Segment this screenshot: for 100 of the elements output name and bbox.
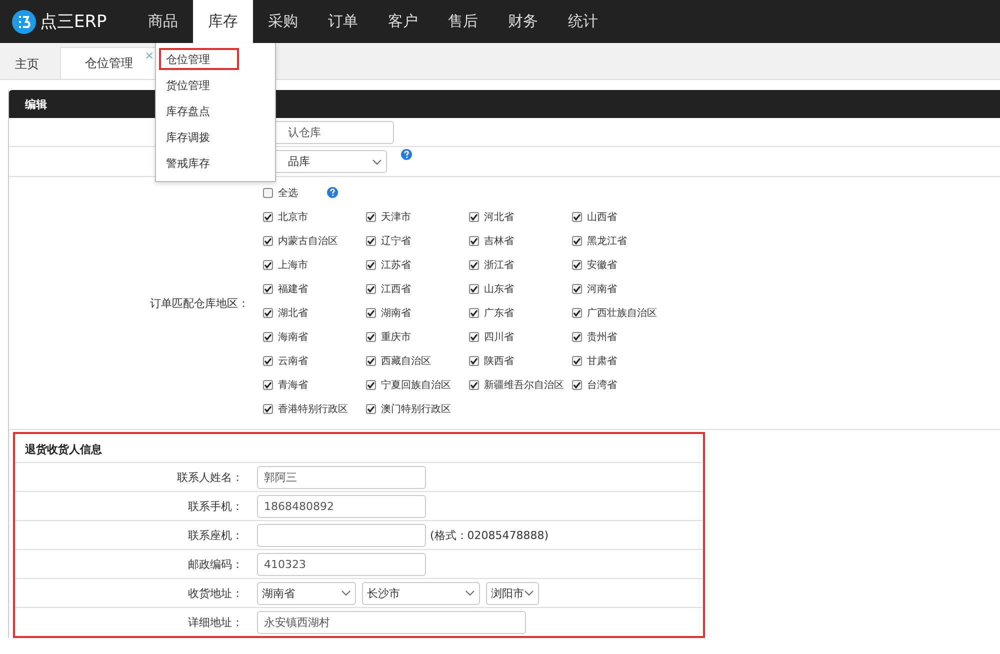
checkbox[interactable] <box>469 236 479 246</box>
input-field[interactable]: 410323 <box>257 552 426 576</box>
checkbox-label: 四川省 <box>484 330 514 344</box>
chevron-down-icon <box>372 158 382 164</box>
checkbox-label: 福建省 <box>278 282 308 296</box>
field-label: 联系人姓名： <box>176 470 244 484</box>
help-icon[interactable] <box>401 149 412 160</box>
checkbox[interactable] <box>572 308 582 318</box>
checkbox[interactable] <box>263 332 273 342</box>
checkbox[interactable] <box>469 356 479 366</box>
nav-item[interactable]: 售后 <box>433 0 493 43</box>
checkbox-label: 江苏省 <box>381 258 411 272</box>
checkbox[interactable] <box>572 212 582 222</box>
menu-item[interactable]: 货位管理 <box>159 74 239 96</box>
checkbox[interactable] <box>263 188 273 198</box>
menu-item[interactable]: 仓位管理 <box>159 48 239 70</box>
checkbox[interactable] <box>469 212 479 222</box>
checkbox[interactable] <box>572 236 582 246</box>
checkbox[interactable] <box>263 284 273 294</box>
checkbox-label: 湖南省 <box>381 306 411 320</box>
nav-item[interactable]: 统计 <box>553 0 613 43</box>
menu-item[interactable]: 库存调拨 <box>159 126 239 148</box>
checkbox-label: 澳门特别行政区 <box>381 402 451 416</box>
checkbox[interactable] <box>366 380 376 390</box>
checkbox[interactable] <box>263 380 273 390</box>
checkbox[interactable] <box>366 404 376 414</box>
chevron-down-icon <box>465 590 475 596</box>
checkbox-label: 香港特别行政区 <box>278 402 348 416</box>
checkbox[interactable] <box>572 284 582 294</box>
tab-label: 主页 <box>15 56 39 73</box>
checkbox[interactable] <box>263 212 273 222</box>
checkbox-label: 重庆市 <box>381 330 411 344</box>
checkbox[interactable] <box>572 356 582 366</box>
checkbox-label: 辽宁省 <box>381 234 411 248</box>
checkbox-label: 全选 <box>263 185 319 201</box>
chevron-down-icon <box>341 590 351 596</box>
nav-item[interactable]: 库存 <box>193 0 253 43</box>
nav-item[interactable]: 订单 <box>313 0 373 43</box>
select-field[interactable]: 浏阳市 <box>486 582 539 604</box>
checkbox[interactable] <box>572 332 582 342</box>
nav-item[interactable]: 商品 <box>133 0 193 43</box>
checkbox[interactable] <box>366 260 376 270</box>
checkbox[interactable] <box>469 260 479 270</box>
nav-item[interactable]: 财务 <box>493 0 553 43</box>
checkbox[interactable] <box>263 356 273 366</box>
format-hint: (格式：02085478888) <box>430 528 549 542</box>
input-field[interactable] <box>257 524 426 546</box>
select-field[interactable]: 长沙市 <box>362 582 480 604</box>
checkbox-label: 台湾省 <box>587 378 617 392</box>
checkbox-label: 西藏自治区 <box>381 354 431 368</box>
checkbox-label: 吉林省 <box>484 234 514 248</box>
checkbox-label: 浙江省 <box>484 258 514 272</box>
input-field[interactable]: 郭阿三 <box>257 466 426 488</box>
checkbox-label: 河北省 <box>484 210 514 224</box>
checkbox-label: 北京市 <box>278 210 308 224</box>
checkbox-label: 安徽省 <box>587 258 617 272</box>
checkbox-label: 海南省 <box>278 330 308 344</box>
checkbox-label: 上海市 <box>278 258 308 272</box>
checkbox[interactable] <box>366 236 376 246</box>
tab[interactable]: 主页 <box>0 49 54 79</box>
checkbox[interactable] <box>469 332 479 342</box>
checkbox-label: 江西省 <box>381 282 411 296</box>
checkbox-label: 甘肃省 <box>587 354 617 368</box>
checkbox[interactable] <box>263 260 273 270</box>
checkbox-label: 内蒙古自治区 <box>278 234 338 248</box>
checkbox-label: 广西壮族自治区 <box>587 306 657 320</box>
checkbox[interactable] <box>572 380 582 390</box>
menu-item[interactable]: 警戒库存 <box>159 152 239 174</box>
checkbox[interactable] <box>469 380 479 390</box>
checkbox[interactable] <box>366 356 376 366</box>
chevron-down-icon <box>524 590 534 596</box>
checkbox-label: 湖北省 <box>278 306 308 320</box>
field-label: 订单匹配仓库地区： <box>149 296 250 310</box>
checkbox[interactable] <box>263 236 273 246</box>
field-label: 联系座机： <box>187 528 244 542</box>
checkbox[interactable] <box>469 308 479 318</box>
input-field[interactable]: 永安镇西湖村 <box>257 610 526 634</box>
input-field[interactable]: 1868480892 <box>257 494 426 518</box>
field-label: 邮政编码： <box>187 556 244 572</box>
checkbox[interactable] <box>263 308 273 318</box>
menu-item[interactable]: 库存盘点 <box>159 100 239 122</box>
checkbox[interactable] <box>366 308 376 318</box>
help-icon[interactable] <box>327 187 338 198</box>
checkbox-label: 宁夏回族自治区 <box>381 378 451 392</box>
checkbox-label: 河南省 <box>587 282 617 296</box>
checkbox[interactable] <box>263 404 273 414</box>
checkbox[interactable] <box>366 284 376 294</box>
tab[interactable]: 仓位管理 × <box>60 47 158 79</box>
checkbox[interactable] <box>572 260 582 270</box>
checkbox[interactable] <box>366 212 376 222</box>
checkbox-label: 天津市 <box>381 210 411 224</box>
brand-name: 点三ERP <box>40 11 107 33</box>
checkbox-label: 山西省 <box>587 210 617 224</box>
field-label: 详细地址： <box>187 614 244 630</box>
checkbox-label: 广东省 <box>484 306 514 320</box>
nav-item[interactable]: 客户 <box>373 0 433 43</box>
nav-item[interactable]: 采购 <box>253 0 313 43</box>
checkbox[interactable] <box>469 284 479 294</box>
select-field[interactable]: 湖南省 <box>257 582 356 604</box>
checkbox[interactable] <box>366 332 376 342</box>
